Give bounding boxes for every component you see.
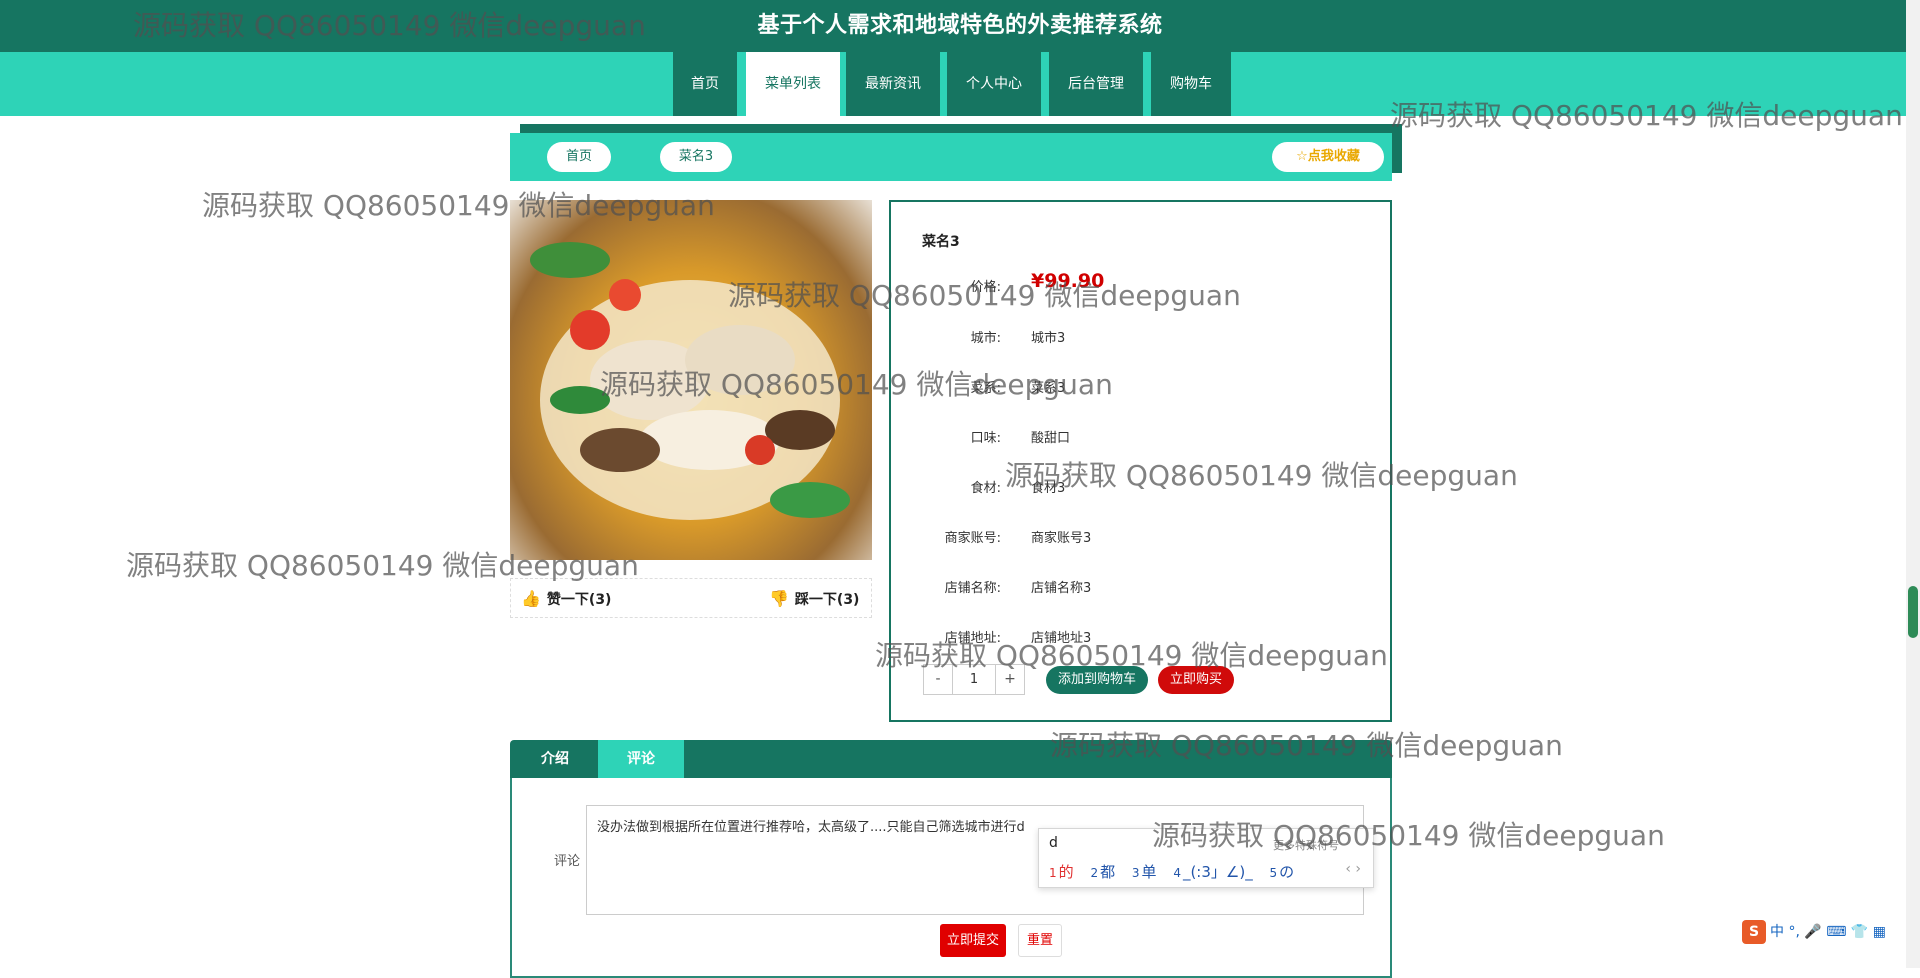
city-value: 城市3 [1031,331,1066,346]
ime-more-symbols[interactable]: 更多特殊符号 [1273,837,1339,853]
merchant-account-label: 商家账号: [944,531,1001,546]
ingredient-label: 食材: [970,481,1001,496]
quantity-plus-button[interactable]: + [996,665,1024,694]
ime-candidate[interactable]: 5の [1269,863,1294,881]
site-title: 基于个人需求和地域特色的外卖推荐系统 [757,13,1163,38]
comment-label: 评论 [553,854,580,869]
taste-label: 口味: [970,431,1001,446]
nav-profile[interactable]: 个人中心 [947,52,1041,116]
ime-candidate[interactable]: 4 _(:3」∠)_ [1173,863,1252,881]
price-label: 价格: [970,280,1001,295]
buy-now-button[interactable]: 立即购买 [1158,666,1234,694]
dish-image-art [530,242,850,520]
shop-name-label: 店铺名称: [944,581,1001,596]
quantity-input[interactable]: 1 [952,665,996,694]
price-value: ¥99.90 [1031,270,1105,292]
comment-text: 没办法做到根据所在位置进行推荐哈，太高级了....只能自己筛选城市进行d [597,820,1025,835]
shop-address-value: 店铺地址3 [1031,631,1092,646]
ime-candidate[interactable]: 2都 [1090,863,1115,881]
tab-intro[interactable]: 介绍 [512,740,598,778]
thumbs-down-icon: 👎 [769,589,789,608]
main-nav: 首页 菜单列表 最新资讯 个人中心 后台管理 购物车 [0,52,1920,118]
add-to-cart-button[interactable]: 添加到购物车 [1046,666,1148,694]
merchant-account-value: 商家账号3 [1031,531,1092,546]
reset-button[interactable]: 重置 [1018,924,1062,957]
like-button[interactable]: 👍 赞一下(3) [521,589,611,609]
sogou-logo-icon: S [1742,920,1766,944]
like-label: 赞一下(3) [546,592,612,608]
dislike-label: 踩一下(3) [794,592,860,608]
tab-comments[interactable]: 评论 [598,740,684,778]
breadcrumb-home[interactable]: 首页 [547,142,611,172]
dish-image [510,200,872,560]
cuisine-value: 菜系3 [1031,381,1066,396]
ime-candidate[interactable]: 1的 [1049,863,1074,881]
shop-name-value: 店铺名称3 [1031,581,1092,596]
nav-cart[interactable]: 购物车 [1151,52,1231,116]
dislike-button[interactable]: 👎 踩一下(3) [769,589,859,609]
city-label: 城市: [970,331,1001,346]
cuisine-label: 菜系: [970,381,1001,396]
nav-news[interactable]: 最新资讯 [846,52,940,116]
dish-name: 菜名3 [922,234,960,250]
breadcrumb-current[interactable]: 菜名3 [660,142,732,172]
thumbs-up-icon: 👍 [521,589,541,608]
ime-candidate-popup: d 更多特殊符号 1的 2都 3单 4 _(:3」∠)_ 5の ‹ › [1038,828,1374,888]
page-scrollbar[interactable] [1906,0,1920,968]
vote-bar: 👍 赞一下(3) 👎 踩一下(3) [510,578,872,618]
ime-page-arrows[interactable]: ‹ › [1345,861,1361,877]
ime-composition: d [1049,835,1058,851]
ime-toolbar-icons: 中 °, 🎤 ⌨ 👕 ▦ [1770,924,1886,940]
nav-menu-list[interactable]: 菜单列表 [746,52,840,118]
nav-home[interactable]: 首页 [673,52,737,116]
nav-admin[interactable]: 后台管理 [1049,52,1143,116]
quantity-stepper: - 1 + [923,664,1025,695]
ingredient-value: 食材3 [1031,481,1066,496]
scrollbar-thumb[interactable] [1908,586,1918,638]
ime-candidates: 1的 2都 3单 4 _(:3」∠)_ 5の [1049,861,1306,882]
top-header: 基于个人需求和地域特色的外卖推荐系统 [0,0,1920,52]
ime-toolbar[interactable]: S中 °, 🎤 ⌨ 👕 ▦ [1742,920,1906,948]
taste-value: 酸甜口 [1031,431,1071,446]
breadcrumb [510,133,1392,181]
submit-button[interactable]: 立即提交 [940,924,1006,957]
quantity-minus-button[interactable]: - [924,665,952,694]
favorite-button[interactable]: ☆点我收藏 [1272,142,1384,172]
ime-candidate[interactable]: 3单 [1132,863,1157,881]
shop-address-label: 店铺地址: [944,631,1001,646]
